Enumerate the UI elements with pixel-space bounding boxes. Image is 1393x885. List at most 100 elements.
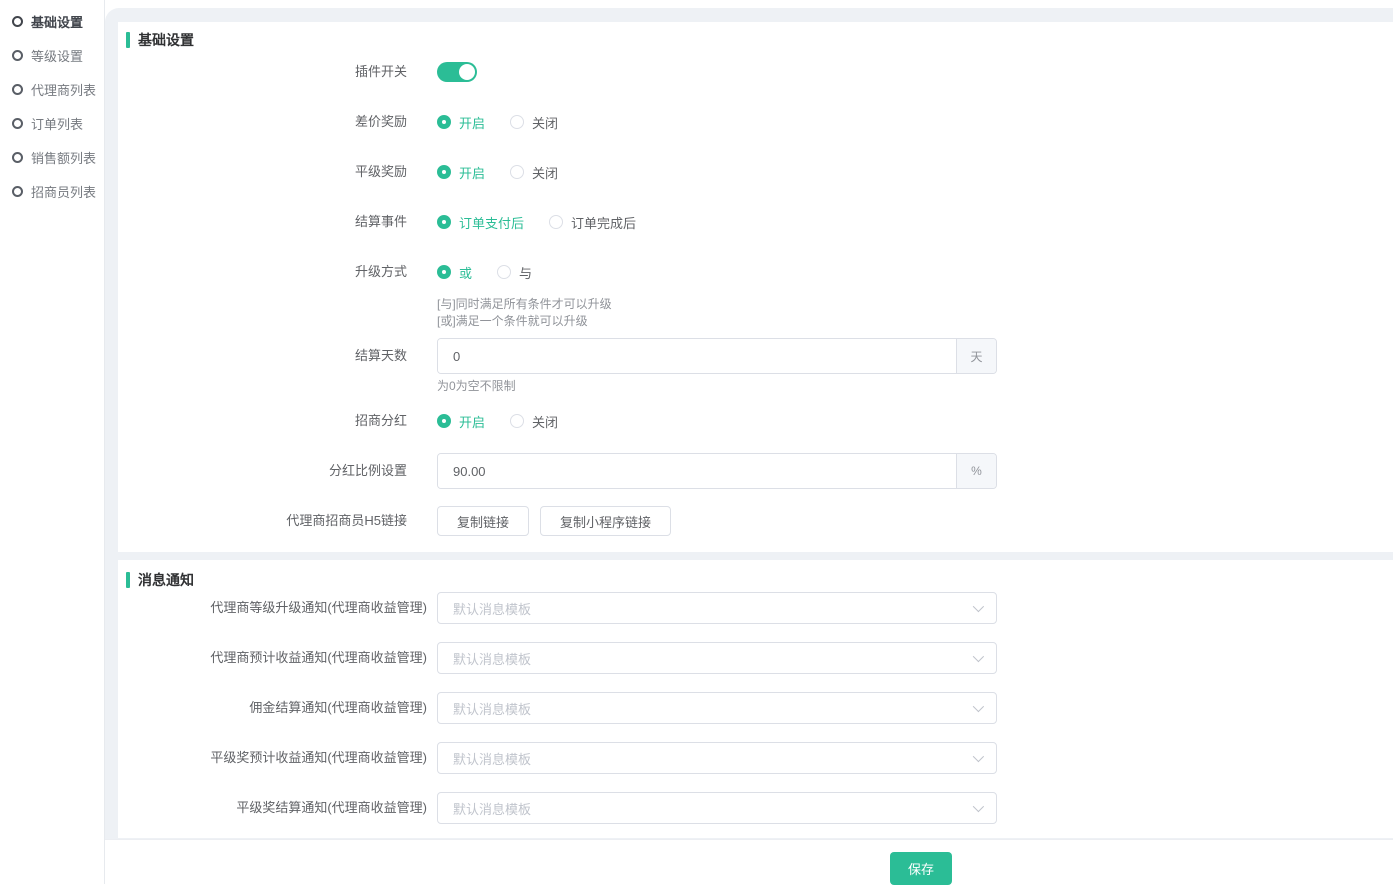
select-placeholder: 默认消息模板: [453, 799, 973, 818]
settlement-days-input[interactable]: [438, 339, 956, 373]
radio-option-on[interactable]: 开启: [437, 163, 485, 182]
circle-icon: [12, 186, 23, 197]
field-label: 插件开关: [118, 54, 437, 90]
form-row-notify-expected-income: 代理商预计收益通知(代理商收益管理) 默认消息模板: [118, 642, 1393, 674]
field-label: 代理商等级升级通知(代理商收益管理): [118, 592, 437, 624]
dividend-ratio-input-group: %: [437, 453, 997, 489]
form-row-notify-peer-settle: 平级奖结算通知(代理商收益管理) 默认消息模板: [118, 792, 1393, 824]
input-suffix-days: 天: [956, 339, 996, 373]
section-title-notify: 消息通知: [118, 572, 1393, 588]
sidebar-item-label: 基础设置: [31, 12, 83, 31]
radio-icon: [437, 215, 451, 229]
form-row-h5-link: 代理商招商员H5链接 复制链接 复制小程序链接: [118, 503, 1393, 539]
select-placeholder: 默认消息模板: [453, 749, 973, 768]
field-label: 代理商招商员H5链接: [118, 503, 437, 539]
plugin-switch-toggle[interactable]: [437, 62, 477, 82]
chevron-down-icon: [973, 751, 984, 762]
field-label: 结算事件: [118, 204, 437, 240]
template-select[interactable]: 默认消息模板: [437, 692, 997, 724]
section-title-basic: 基础设置: [118, 32, 1393, 48]
circle-icon: [12, 84, 23, 95]
select-placeholder: 默认消息模板: [453, 599, 973, 618]
radio-icon: [437, 165, 451, 179]
radio-icon: [437, 414, 451, 428]
circle-icon: [12, 118, 23, 129]
field-label: 平级奖励: [118, 154, 437, 190]
form-row-settlement-event: 结算事件 订单支付后 订单完成后: [118, 204, 1393, 240]
field-label: 结算天数: [118, 338, 437, 374]
section-title-bar: [126, 32, 130, 48]
field-label: 招商分红: [118, 403, 437, 439]
sidebar: 基础设置 等级设置 代理商列表 订单列表 销售额列表 招商员列表: [0, 0, 105, 884]
radio-icon: [510, 414, 524, 428]
chevron-down-icon: [973, 801, 984, 812]
save-button[interactable]: 保存: [890, 852, 952, 885]
radio-icon: [437, 265, 451, 279]
section-title-text: 消息通知: [138, 570, 194, 590]
basic-settings-card: 基础设置 插件开关 差价奖励 开启 关闭: [118, 22, 1393, 552]
circle-icon: [12, 152, 23, 163]
sidebar-item-basic-settings[interactable]: 基础设置: [0, 4, 104, 38]
form-row-settlement-days: 结算天数 天 为0为空不限制: [118, 338, 1393, 395]
field-label: 分红比例设置: [118, 453, 437, 489]
template-select[interactable]: 默认消息模板: [437, 642, 997, 674]
form-row-dividend-ratio: 分红比例设置 %: [118, 453, 1393, 489]
sidebar-item-label: 销售额列表: [31, 148, 96, 167]
sidebar-item-sales-list[interactable]: 销售额列表: [0, 140, 104, 174]
copy-miniprogram-link-button[interactable]: 复制小程序链接: [540, 506, 671, 536]
select-placeholder: 默认消息模板: [453, 649, 973, 668]
radio-option-order-paid[interactable]: 订单支付后: [437, 213, 524, 232]
sidebar-item-label: 订单列表: [31, 114, 83, 133]
section-title-bar: [126, 572, 130, 588]
sidebar-item-label: 等级设置: [31, 46, 83, 65]
sidebar-item-label: 招商员列表: [31, 182, 96, 201]
radio-option-on[interactable]: 开启: [437, 113, 485, 132]
form-row-notify-peer-expected: 平级奖预计收益通知(代理商收益管理) 默认消息模板: [118, 742, 1393, 774]
chevron-down-icon: [973, 651, 984, 662]
form-row-recruit-dividend: 招商分红 开启 关闭: [118, 403, 1393, 439]
sidebar-item-recruiter-list[interactable]: 招商员列表: [0, 174, 104, 208]
template-select[interactable]: 默认消息模板: [437, 592, 997, 624]
radio-icon: [437, 115, 451, 129]
radio-option-off[interactable]: 关闭: [510, 113, 558, 132]
field-label: 平级奖预计收益通知(代理商收益管理): [118, 742, 437, 774]
copy-link-button[interactable]: 复制链接: [437, 506, 529, 536]
dividend-ratio-input[interactable]: [438, 454, 956, 488]
footer-bar: 保存: [105, 839, 1393, 884]
form-row-notify-commission-settle: 佣金结算通知(代理商收益管理) 默认消息模板: [118, 692, 1393, 724]
sidebar-item-label: 代理商列表: [31, 80, 96, 99]
sidebar-item-level-settings[interactable]: 等级设置: [0, 38, 104, 72]
chevron-down-icon: [973, 701, 984, 712]
input-suffix-percent: %: [956, 454, 996, 488]
field-label: 佣金结算通知(代理商收益管理): [118, 692, 437, 724]
radio-option-order-completed[interactable]: 订单完成后: [549, 213, 636, 232]
form-row-upgrade-mode: 升级方式 或 与 [与]同时满足所有条件才可以升级 [或]满足一个条件就可以升级: [118, 254, 1393, 330]
radio-option-or[interactable]: 或: [437, 263, 472, 282]
settlement-days-input-group: 天: [437, 338, 997, 374]
form-row-price-diff-reward: 差价奖励 开启 关闭: [118, 104, 1393, 140]
template-select[interactable]: 默认消息模板: [437, 742, 997, 774]
circle-icon: [12, 16, 23, 27]
radio-icon: [497, 265, 511, 279]
circle-icon: [12, 50, 23, 61]
radio-option-off[interactable]: 关闭: [510, 412, 558, 431]
sidebar-item-agent-list[interactable]: 代理商列表: [0, 72, 104, 106]
field-label: 差价奖励: [118, 104, 437, 140]
chevron-down-icon: [973, 601, 984, 612]
radio-icon: [549, 215, 563, 229]
form-row-notify-level-upgrade: 代理商等级升级通知(代理商收益管理) 默认消息模板: [118, 592, 1393, 624]
form-row-peer-reward: 平级奖励 开启 关闭: [118, 154, 1393, 190]
radio-option-and[interactable]: 与: [497, 263, 532, 282]
message-notify-card: 消息通知 代理商等级升级通知(代理商收益管理) 默认消息模板 代理商预计收益通知…: [118, 560, 1393, 838]
radio-option-off[interactable]: 关闭: [510, 163, 558, 182]
field-label: 升级方式: [118, 254, 437, 290]
radio-option-on[interactable]: 开启: [437, 412, 485, 431]
field-label: 代理商预计收益通知(代理商收益管理): [118, 642, 437, 674]
radio-icon: [510, 165, 524, 179]
sidebar-item-order-list[interactable]: 订单列表: [0, 106, 104, 140]
toggle-knob: [459, 64, 475, 80]
template-select[interactable]: 默认消息模板: [437, 792, 997, 824]
select-placeholder: 默认消息模板: [453, 699, 973, 718]
section-title-text: 基础设置: [138, 30, 194, 50]
form-row-plugin-switch: 插件开关: [118, 54, 1393, 90]
